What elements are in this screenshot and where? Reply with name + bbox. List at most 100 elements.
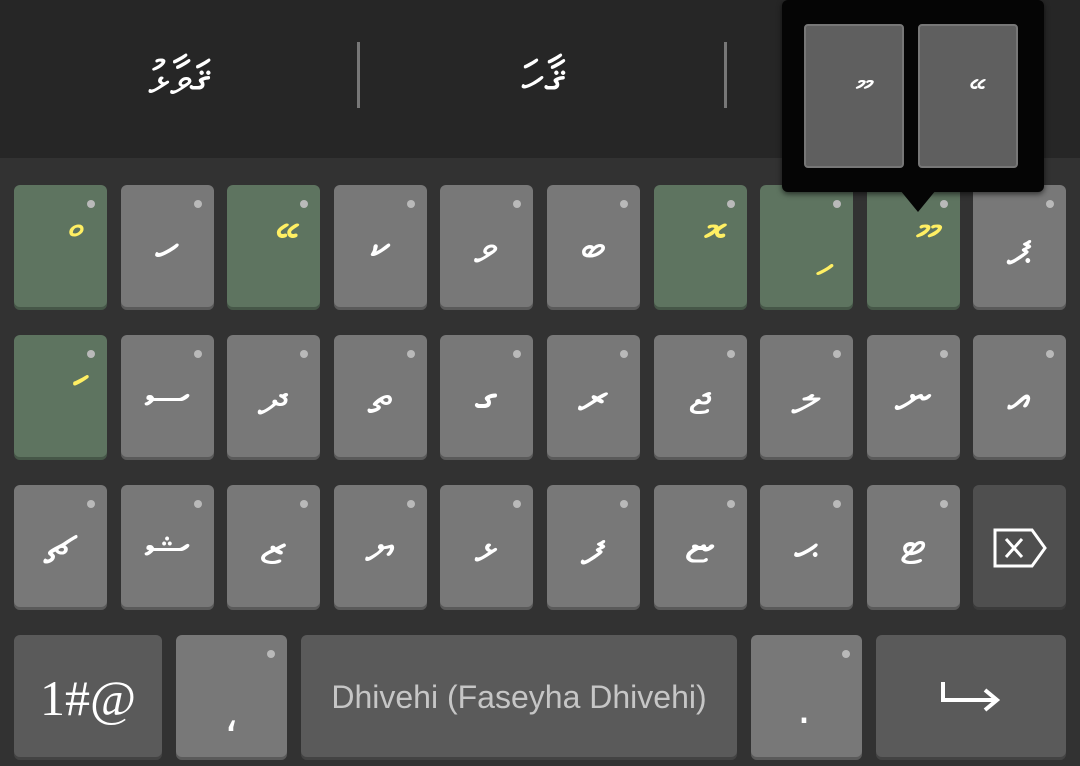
- key-r3-c9[interactable]: ޓ: [867, 485, 960, 610]
- more-keys-dot: [833, 500, 841, 508]
- enter-key[interactable]: [876, 635, 1066, 760]
- more-keys-dot: [842, 650, 850, 658]
- more-keys-dot: [727, 350, 735, 358]
- key-r3-c6[interactable]: ފ: [547, 485, 640, 610]
- comma-key-label: ،: [224, 691, 239, 742]
- more-keys-dot: [833, 350, 841, 358]
- more-keys-dot: [513, 200, 521, 208]
- more-keys-dot: [194, 200, 202, 208]
- key-label: ޏ: [685, 517, 716, 577]
- key-r1-c5[interactable]: ވ: [440, 185, 533, 310]
- key-r1-c3[interactable]: ޭ: [227, 185, 320, 310]
- key-r2-c2[interactable]: ސ: [121, 335, 214, 460]
- key-label: ވ: [474, 217, 499, 277]
- key-r1-c1[interactable]: ް: [14, 185, 107, 310]
- key-r1-c7[interactable]: ޮ: [654, 185, 747, 310]
- more-keys-dot: [267, 650, 275, 658]
- space-key[interactable]: Dhivehi (Faseyha Dhivehi): [301, 635, 737, 760]
- key-label: ފ: [580, 517, 607, 577]
- more-keys-dot: [300, 350, 308, 358]
- more-keys-dot: [513, 500, 521, 508]
- key-r3-c1[interactable]: ޗ: [14, 485, 107, 610]
- key-r2-c1[interactable]: ަ: [14, 335, 107, 460]
- key-r1-c6[interactable]: ބ: [547, 185, 640, 310]
- enter-arrow-icon: [941, 681, 1001, 712]
- key-label: ޓ: [900, 517, 927, 577]
- key-label: ނ: [894, 367, 933, 427]
- period-key[interactable]: .: [751, 635, 862, 760]
- suggestion-1-text: ޤަވާޅު: [148, 50, 210, 107]
- key-label: ހ: [155, 217, 180, 277]
- more-keys-popup: ޫ ޭ: [782, 0, 1044, 192]
- key-label: ޝ: [144, 517, 191, 577]
- key-label: ލ: [791, 367, 822, 427]
- more-keys-dot: [620, 500, 628, 508]
- key-r2-c7[interactable]: ޖ: [654, 335, 747, 460]
- key-r1-c8[interactable]: ި: [760, 185, 853, 310]
- key-label: ޅ: [474, 517, 499, 577]
- more-keys-dot: [727, 500, 735, 508]
- key-r3-c5[interactable]: ޅ: [440, 485, 533, 610]
- key-label: ތ: [367, 367, 394, 427]
- backspace-icon: [993, 528, 1047, 567]
- key-label: ޕ: [1006, 217, 1033, 277]
- more-keys-dot: [300, 500, 308, 508]
- more-keys-dot: [87, 200, 95, 208]
- key-r2-c4[interactable]: ތ: [334, 335, 427, 460]
- key-r3-c2[interactable]: ޝ: [121, 485, 214, 610]
- suggestion-2[interactable]: ޤާހަ: [360, 0, 725, 158]
- key-label: ކ: [369, 217, 392, 277]
- comma-key[interactable]: ،: [176, 635, 287, 760]
- more-keys-dot: [940, 200, 948, 208]
- key-label: ބ: [580, 217, 607, 277]
- popup-option-1[interactable]: ޫ: [804, 24, 904, 168]
- more-keys-dot: [1046, 350, 1054, 358]
- popup-arrow: [900, 190, 936, 212]
- more-keys-dot: [833, 200, 841, 208]
- key-r2-c10[interactable]: އ: [973, 335, 1066, 460]
- popup-option-2[interactable]: ޭ: [918, 24, 1018, 168]
- key-label: ރ: [577, 367, 610, 427]
- more-keys-dot: [940, 350, 948, 358]
- symbols-key[interactable]: 1#@: [14, 635, 162, 760]
- key-label: ގ: [474, 367, 499, 427]
- more-keys-dot: [87, 500, 95, 508]
- key-label: ޙ: [794, 517, 819, 577]
- key-label: ޒ: [260, 517, 287, 577]
- key-r2-c3[interactable]: ދ: [227, 335, 320, 460]
- key-r1-c10[interactable]: ޕ: [973, 185, 1066, 310]
- key-r1-c4[interactable]: ކ: [334, 185, 427, 310]
- key-r2-c9[interactable]: ނ: [867, 335, 960, 460]
- more-keys-dot: [513, 350, 521, 358]
- key-r2-c6[interactable]: ރ: [547, 335, 640, 460]
- suggestion-2-text: ޤާހަ: [521, 50, 564, 107]
- key-r3-c3[interactable]: ޒ: [227, 485, 320, 610]
- more-keys-dot: [194, 350, 202, 358]
- more-keys-dot: [407, 200, 415, 208]
- key-r3-c4[interactable]: ޔ: [334, 485, 427, 610]
- key-label: ސ: [144, 367, 191, 427]
- key-r2-c8[interactable]: ލ: [760, 335, 853, 460]
- key-label: ޖ: [688, 367, 713, 427]
- key-r3-c7[interactable]: ޏ: [654, 485, 747, 610]
- more-keys-dot: [727, 200, 735, 208]
- more-keys-dot: [300, 200, 308, 208]
- more-keys-dot: [194, 500, 202, 508]
- more-keys-dot: [620, 200, 628, 208]
- suggestion-1[interactable]: ޤަވާޅު: [0, 0, 358, 158]
- symbols-key-label: 1#@: [39, 669, 137, 726]
- key-label: ޔ: [365, 517, 396, 577]
- key-r1-c2[interactable]: ހ: [121, 185, 214, 310]
- key-label: ޗ: [43, 517, 78, 577]
- more-keys-dot: [87, 350, 95, 358]
- more-keys-dot: [407, 500, 415, 508]
- period-key-label: .: [797, 683, 811, 734]
- more-keys-dot: [620, 350, 628, 358]
- more-keys-dot: [940, 500, 948, 508]
- key-r3-c8[interactable]: ޙ: [760, 485, 853, 610]
- key-label: އ: [1007, 367, 1032, 427]
- backspace-key[interactable]: [973, 485, 1066, 610]
- more-keys-dot: [1046, 200, 1054, 208]
- space-key-label: Dhivehi (Faseyha Dhivehi): [331, 679, 707, 715]
- key-r2-c5[interactable]: ގ: [440, 335, 533, 460]
